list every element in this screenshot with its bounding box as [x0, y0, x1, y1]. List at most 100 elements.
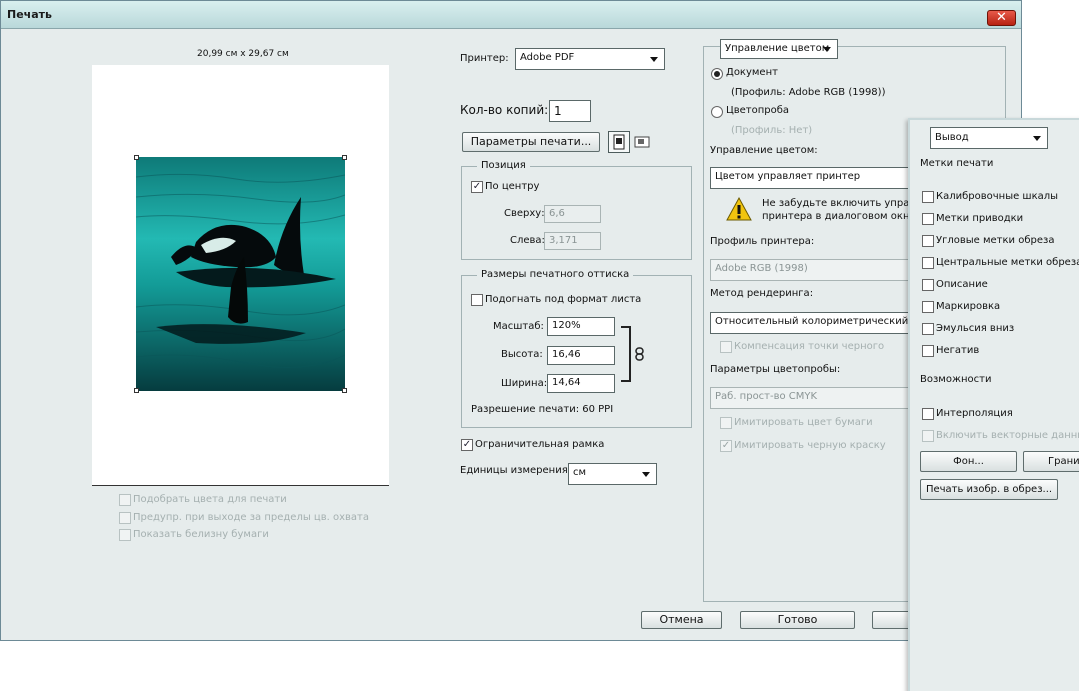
- portrait-icon: [613, 134, 625, 150]
- output-section-select[interactable]: Вывод: [930, 127, 1048, 149]
- warning-icon: [726, 196, 752, 221]
- emulsion-down-checkbox[interactable]: [922, 323, 934, 335]
- vector-data-checkbox[interactable]: [922, 430, 934, 442]
- black-point-label: Компенсация точки черного: [734, 341, 885, 352]
- rendering-intent-value: Относительный колориметрический: [715, 316, 909, 327]
- simulate-paper-label: Имитировать цвет бумаги: [734, 417, 873, 428]
- rendering-intent-select[interactable]: Относительный колориметрический: [710, 312, 920, 334]
- functions-title: Возможности: [920, 374, 992, 385]
- black-point-checkbox[interactable]: [720, 341, 732, 353]
- landscape-orientation-button[interactable]: [632, 132, 652, 152]
- printer-label: Принтер:: [460, 53, 509, 64]
- title-bar[interactable]: Печать ✕: [1, 1, 1021, 29]
- labels-label: Маркировка: [936, 301, 1001, 312]
- print-button[interactable]: [872, 611, 912, 629]
- position-group-title: Позиция: [477, 160, 530, 171]
- units-select[interactable]: см: [568, 463, 657, 485]
- left-input[interactable]: 3,171: [544, 232, 601, 250]
- registration-marks-label: Метки приводки: [936, 213, 1024, 224]
- portrait-orientation-button[interactable]: [608, 131, 630, 153]
- top-label: Сверху:: [504, 208, 545, 219]
- link-proportions-icon[interactable]: [635, 347, 644, 361]
- paper-white-checkbox[interactable]: [119, 529, 131, 541]
- done-button[interactable]: Готово: [740, 611, 855, 629]
- corner-crop-marks-checkbox[interactable]: [922, 235, 934, 247]
- output-section-value: Вывод: [935, 132, 969, 143]
- proof-setup-value: Раб. прост-во CMYK: [715, 391, 818, 402]
- resize-handle-top-right[interactable]: [342, 155, 347, 160]
- negative-label: Негатив: [936, 345, 980, 356]
- print-size-group-title: Размеры печатного оттиска: [477, 269, 634, 280]
- print-settings-button[interactable]: Параметры печати...: [462, 132, 600, 152]
- match-colors-label: Подобрать цвета для печати: [133, 494, 287, 505]
- interpolation-checkbox[interactable]: [922, 408, 934, 420]
- chevron-down-icon: [823, 47, 831, 52]
- document-profile: (Профиль: Adobe RGB (1998)): [731, 87, 886, 98]
- center-crop-marks-label: Центральные метки обреза: [936, 257, 1079, 268]
- preview-image[interactable]: [136, 157, 345, 391]
- copies-input[interactable]: 1: [549, 100, 591, 122]
- center-crop-marks-checkbox[interactable]: [922, 257, 934, 269]
- preview-dimensions: 20,99 см x 29,67 см: [197, 49, 289, 59]
- center-label: По центру: [485, 181, 540, 192]
- chevron-down-icon: [642, 472, 650, 477]
- warning-text-line2: принтера в диалоговом окне п: [762, 211, 926, 222]
- document-radio[interactable]: [711, 68, 723, 80]
- scale-input[interactable]: 120%: [547, 317, 615, 336]
- vector-data-label: Включить векторные данные: [936, 430, 1079, 441]
- warning-text-line1: Не забудьте включить управле: [762, 198, 928, 209]
- left-label: Слева:: [510, 235, 545, 246]
- section-select-value: Управление цветом: [725, 43, 830, 54]
- proof-profile: (Профиль: Нет): [731, 125, 813, 136]
- match-colors-checkbox[interactable]: [119, 494, 131, 506]
- height-input[interactable]: 16,46: [547, 346, 615, 365]
- output-panel: Вывод Метки печати Калибровочные шкалы М…: [908, 118, 1079, 691]
- calibration-bars-label: Калибровочные шкалы: [936, 191, 1059, 202]
- chevron-down-icon: [650, 57, 658, 62]
- corner-crop-marks-label: Угловые метки обреза: [936, 235, 1055, 246]
- gamut-warning-label: Предупр. при выходе за пределы цв. охват…: [133, 512, 369, 523]
- close-button[interactable]: ✕: [987, 10, 1016, 26]
- resize-handle-bottom-right[interactable]: [342, 388, 347, 393]
- fit-to-page-checkbox[interactable]: [471, 294, 483, 306]
- color-handling-label: Управление цветом:: [710, 145, 818, 156]
- registration-marks-checkbox[interactable]: [922, 213, 934, 225]
- document-label: Документ: [726, 67, 778, 78]
- center-checkbox[interactable]: ✓: [471, 181, 483, 193]
- background-button[interactable]: Фон...: [920, 451, 1017, 472]
- paper-white-label: Показать белизну бумаги: [133, 529, 269, 540]
- simulate-black-checkbox[interactable]: ✓: [720, 440, 732, 452]
- print-marks-title: Метки печати: [920, 158, 994, 169]
- print-dialog: Печать ✕ 20,99 см x 29,67 см Подобрать ц…: [0, 0, 1022, 641]
- landscape-icon: [634, 136, 650, 148]
- bounding-box-checkbox[interactable]: ✓: [461, 439, 473, 451]
- copies-label: Кол-во копий:: [460, 103, 549, 117]
- printer-profile-label: Профиль принтера:: [710, 236, 815, 247]
- bleed-button[interactable]: Печать изобр. в обрез...: [920, 479, 1058, 500]
- printer-profile-select[interactable]: Adobe RGB (1998): [710, 259, 920, 281]
- resize-handle-top-left[interactable]: [134, 155, 139, 160]
- chevron-down-icon: [1033, 136, 1041, 141]
- negative-checkbox[interactable]: [922, 345, 934, 357]
- color-handling-select[interactable]: Цветом управляет принтер: [710, 167, 920, 189]
- proof-setup-select[interactable]: Раб. прост-во CMYK: [710, 387, 920, 409]
- resize-handle-bottom-left[interactable]: [134, 388, 139, 393]
- border-button[interactable]: Границ: [1023, 451, 1079, 472]
- section-select[interactable]: Управление цветом: [720, 39, 838, 59]
- print-resolution: Разрешение печати: 60 PPI: [471, 404, 614, 415]
- gamut-warning-checkbox[interactable]: [119, 512, 131, 524]
- height-label: Высота:: [501, 349, 543, 360]
- printer-select-value: Adobe PDF: [520, 52, 575, 63]
- description-label: Описание: [936, 279, 988, 290]
- simulate-black-label: Имитировать черную краску: [734, 440, 886, 451]
- proof-radio[interactable]: [711, 106, 723, 118]
- printer-select[interactable]: Adobe PDF: [515, 48, 665, 70]
- top-input[interactable]: 6,6: [544, 205, 601, 223]
- simulate-paper-checkbox[interactable]: [720, 417, 732, 429]
- cancel-button[interactable]: Отмена: [641, 611, 722, 629]
- interpolation-label: Интерполяция: [936, 408, 1013, 419]
- description-checkbox[interactable]: [922, 279, 934, 291]
- calibration-bars-checkbox[interactable]: [922, 191, 934, 203]
- labels-checkbox[interactable]: [922, 301, 934, 313]
- width-input[interactable]: 14,64: [547, 374, 615, 393]
